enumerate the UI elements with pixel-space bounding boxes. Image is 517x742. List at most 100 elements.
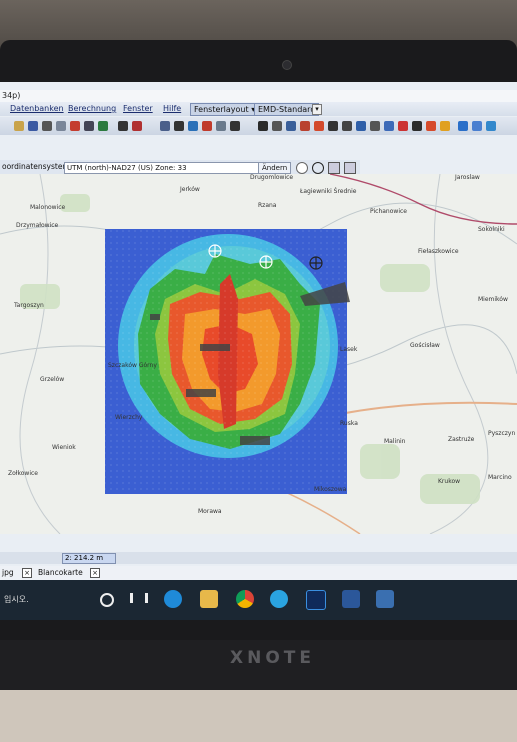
scale-readout: 2: 214.2 m (62, 553, 116, 564)
table-icon[interactable] (202, 121, 212, 131)
copy-icon[interactable] (56, 121, 66, 131)
map-label: Pichanowice (370, 208, 407, 215)
turbine-icon[interactable] (300, 121, 310, 131)
measure-icon[interactable] (286, 121, 296, 131)
save-icon[interactable] (28, 121, 38, 131)
map-label: Zastruże (448, 436, 475, 443)
area-icon[interactable] (342, 121, 352, 131)
folder-icon[interactable] (14, 121, 24, 131)
change-button[interactable]: Ändern (258, 162, 292, 174)
coordinate-system-select[interactable]: UTM (north)-NAD27 (US) Zone: 33 (64, 162, 260, 174)
map-label: Wieniok (52, 444, 76, 451)
map-label: Drzymałowice (16, 222, 59, 229)
menu-hilfe[interactable]: Hilfe (163, 102, 181, 116)
layout-dropdown[interactable]: Fensterlayout ▾ (190, 103, 260, 116)
map-label: Mikoszowa (314, 486, 347, 493)
map-label: Drugomlowice (250, 174, 294, 181)
cortana-icon[interactable] (100, 593, 114, 607)
paste-icon[interactable] (70, 121, 80, 131)
menu-datenbanken[interactable]: Datenbanken (10, 102, 64, 116)
zoom-icon-2[interactable] (312, 162, 324, 174)
fit-icon[interactable] (328, 162, 340, 174)
map-label: Lasek (340, 346, 358, 353)
settings-icon[interactable] (132, 121, 142, 131)
point-icon[interactable] (314, 121, 324, 131)
map-label: Morawa (198, 508, 222, 515)
chrome-icon[interactable] (236, 590, 254, 608)
map-icon[interactable] (174, 121, 184, 131)
webcam (282, 60, 292, 70)
map-label: Grzelów (40, 376, 65, 383)
map-label: Marcino (488, 474, 512, 481)
tab-jpg[interactable]: jpg (0, 567, 16, 578)
map-label: Targoszyn (14, 302, 44, 309)
camera-icon[interactable] (384, 121, 394, 131)
window-title: 34p) (0, 90, 517, 102)
coordinate-bar: oordinatensystem UTM (north)-NAD27 (US) … (0, 160, 360, 174)
map-label: Fiełaszkowice (418, 248, 459, 255)
zoom-icon[interactable] (258, 121, 268, 131)
text-icon[interactable] (356, 121, 366, 131)
windpro-icon[interactable] (376, 590, 394, 608)
shadow-icon[interactable] (440, 121, 450, 131)
calc-icon[interactable] (98, 121, 108, 131)
wind-icon[interactable] (412, 121, 422, 131)
import-icon[interactable] (230, 121, 240, 131)
toolbar (0, 117, 517, 135)
refresh-icon[interactable] (344, 162, 356, 174)
status-bar: 2: 214.2 m (0, 552, 517, 564)
map-label: Pyszczyn (488, 430, 516, 437)
brand-logo: XNOTE (230, 648, 315, 668)
grid-icon[interactable] (84, 121, 94, 131)
photoshop-icon[interactable] (306, 590, 326, 610)
coordinate-system-label: oordinatensystem (2, 162, 70, 171)
menu-bar: Datenbanken Berechnung Fenster Hilfe Fen… (0, 102, 517, 116)
export-icon[interactable] (216, 121, 226, 131)
map-label: Jaroslaw (455, 174, 480, 181)
windows-taskbar: 입시오. (0, 580, 517, 620)
map-label: Rzana (258, 202, 277, 209)
flag-icon[interactable] (398, 121, 408, 131)
close-icon[interactable]: × (22, 568, 32, 578)
chart-icon[interactable] (188, 121, 198, 131)
document-tabs: jpg × Blancokarte × (0, 566, 517, 580)
photo-icon[interactable] (370, 121, 380, 131)
web-icon[interactable] (486, 121, 496, 131)
map-label: Wierzchy (115, 414, 143, 421)
internet-explorer-icon[interactable] (270, 590, 288, 608)
target-icon[interactable] (118, 121, 128, 131)
laptop-screen: 34p) Datenbanken Berechnung Fenster Hilf… (0, 82, 517, 620)
line-icon[interactable] (328, 121, 338, 131)
layer-icon[interactable] (160, 121, 170, 131)
map-label: Sokolniki (478, 226, 505, 233)
search-hint[interactable]: 입시오. (4, 594, 29, 605)
task-view-icon[interactable] (130, 593, 148, 603)
map-label: Jerków (180, 186, 200, 193)
map-label: Krukow (438, 478, 461, 485)
help-icon[interactable] (458, 121, 468, 131)
map-label: Malinin (384, 438, 406, 445)
menu-berechnung[interactable]: Berechnung (68, 102, 116, 116)
dropdown-icon[interactable]: ▾ (312, 104, 322, 115)
layout-label: Fensterlayout (194, 105, 249, 114)
map-label: Ruska (340, 420, 358, 427)
map-label: Szczaków Górny (108, 362, 157, 369)
edge-icon[interactable] (164, 590, 182, 608)
word-icon[interactable] (342, 590, 360, 608)
map-view[interactable]: Drugomlowice Jaroslaw Jerków Łagiewniki … (0, 174, 517, 534)
profile-selector[interactable]: EMD-Standard (254, 103, 320, 116)
map-label: Łagiewniki Średnie (300, 188, 357, 195)
close-icon[interactable]: × (90, 568, 100, 578)
noise-icon[interactable] (426, 121, 436, 131)
file-explorer-icon[interactable] (200, 590, 218, 608)
hand-icon[interactable] (296, 162, 308, 174)
menu-fenster[interactable]: Fenster (123, 102, 153, 116)
tab-blancokarte[interactable]: Blancokarte (36, 567, 85, 578)
map-label: Zołkowice (8, 470, 38, 477)
info-icon[interactable] (472, 121, 482, 131)
map-label: Gościsław (410, 342, 440, 349)
map-label: Malonowice (30, 204, 66, 211)
table-surface (0, 690, 517, 742)
pan-icon[interactable] (272, 121, 282, 131)
print-icon[interactable] (42, 121, 52, 131)
